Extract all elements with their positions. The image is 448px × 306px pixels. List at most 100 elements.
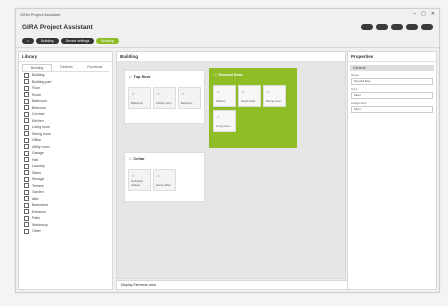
building-panel: Building ⌂ Top floor ⌂ Bathroom ⌂ Child'… <box>116 51 346 279</box>
tab-functions[interactable]: Functions <box>81 64 109 71</box>
floor-cellar[interactable]: ⌂ Cellar ⌂ Technical cabinet ⌂ Home offi… <box>124 152 205 202</box>
library-item-label: Dining room <box>32 131 51 136</box>
room-icon <box>24 111 29 117</box>
room-icon <box>24 150 29 156</box>
room-icon <box>24 131 29 137</box>
header-button-1[interactable] <box>361 24 373 30</box>
library-item-label: Workshop <box>32 222 48 227</box>
library-item-label: Basement <box>32 203 48 208</box>
home-button[interactable]: ⌂ <box>22 38 35 44</box>
library-title: Library <box>22 54 38 59</box>
room-icon <box>24 85 29 91</box>
library-item-label: Room <box>32 92 42 97</box>
floor-ground[interactable]: ⌂ Ground floor ⌂ Kitchen ⌂ Guest toilet … <box>209 68 297 148</box>
room-label: Living room <box>216 124 231 128</box>
room-icon: ⌂ <box>132 91 135 96</box>
room-icon <box>24 72 29 78</box>
app-title: GIRA Project Assistant <box>22 23 93 31</box>
room-icon <box>24 222 29 228</box>
library-item-label: Bathroom <box>32 99 48 104</box>
floor-title: ⌂ Cellar <box>129 156 145 161</box>
tab-devices[interactable]: Devices <box>52 64 80 71</box>
library-item-label: Garden <box>32 190 44 195</box>
building-header: Building <box>117 52 345 62</box>
maximize-icon[interactable]: ▢ <box>421 11 426 17</box>
library-header: Library <box>19 52 112 62</box>
library-item-label: Stairs <box>32 170 41 175</box>
header-button-2[interactable] <box>376 24 388 30</box>
display-elements-bar[interactable]: Display Elements area <box>116 280 350 290</box>
room-card[interactable]: ⌂ Bathroom <box>128 87 151 109</box>
room-card[interactable]: ⌂ Child's room <box>153 87 176 109</box>
room-card[interactable]: ⌂ Technical cabinet <box>128 169 151 191</box>
header-button-3[interactable] <box>391 24 403 30</box>
app-window: GIRA Project Assistant – ▢ ✕ GIRA Projec… <box>15 8 440 293</box>
room-label: Guest toilet <box>241 99 256 103</box>
room-icon <box>24 118 29 124</box>
floor-icon: ⌂ <box>129 156 132 161</box>
library-tabs: Building Devices Functions <box>22 64 109 72</box>
room-icon <box>24 163 29 169</box>
room-icon: ⌂ <box>217 89 220 94</box>
room-icon: ⌂ <box>157 173 160 178</box>
room-icon <box>24 137 29 143</box>
header-button-4[interactable] <box>406 24 418 30</box>
room-card[interactable]: ⌂ Bedroom <box>178 87 201 109</box>
room-icon: ⌂ <box>242 89 245 94</box>
library-panel: Library Building Devices Functions Build… <box>18 51 113 290</box>
room-label: Dining room <box>266 99 282 103</box>
floor-top[interactable]: ⌂ Top floor ⌂ Bathroom ⌂ Child's room ⌂ … <box>124 70 205 124</box>
library-item-label: Corridor <box>32 112 45 117</box>
toolbar-building[interactable]: Building <box>36 38 59 44</box>
floor-title: ⌂ Top floor <box>129 74 151 79</box>
room-icon <box>24 209 29 215</box>
room-label: Bedroom <box>181 101 193 105</box>
properties-group: General <box>350 65 434 71</box>
floor-title: ⌂ Ground floor <box>214 72 243 77</box>
room-card[interactable]: ⌂ Kitchen <box>213 85 236 107</box>
property-label: Name <box>351 73 360 77</box>
library-item-label: Laundry <box>32 164 45 169</box>
library-item-label: Building part <box>32 79 52 84</box>
window-controls: – ▢ ✕ <box>413 11 435 17</box>
toolbar-building-active[interactable]: Building <box>96 38 119 44</box>
toolbar: ⌂ Building Device settings Building <box>16 35 439 48</box>
title-bar: GIRA Project Assistant – ▢ ✕ <box>16 9 439 19</box>
minimize-icon[interactable]: – <box>413 11 416 17</box>
library-item[interactable]: Other <box>19 228 112 235</box>
library-item-label: Office <box>32 138 42 143</box>
room-icon <box>24 157 29 163</box>
room-card[interactable]: ⌂ Dining room <box>263 85 286 107</box>
room-label: Technical cabinet <box>131 179 143 187</box>
workspace: Library Building Devices Functions Build… <box>16 48 439 292</box>
library-item-label: Hall <box>32 157 39 162</box>
window-title: GIRA Project Assistant <box>20 11 61 17</box>
type-field[interactable]: Floor <box>351 92 433 99</box>
properties-panel: Properties General Name Ground floor Typ… <box>347 51 437 290</box>
room-icon: ⌂ <box>182 91 185 96</box>
room-label: Bathroom <box>131 101 144 105</box>
library-item-label: Storage <box>32 177 45 182</box>
tab-building[interactable]: Building <box>22 64 53 71</box>
room-icon: ⌂ <box>157 91 160 96</box>
room-icon <box>24 98 29 104</box>
room-card[interactable]: ⌂ Living room <box>213 110 236 132</box>
room-icon <box>24 183 29 189</box>
app-header: GIRA Project Assistant <box>16 19 439 35</box>
display-elements-title: Display Elements area <box>121 283 157 287</box>
room-icon <box>24 105 29 111</box>
library-item-label: Bedroom <box>32 105 47 110</box>
name-field[interactable]: Ground floor <box>351 78 433 85</box>
property-label: Assignment <box>351 101 367 105</box>
library-item-label: Other <box>32 229 41 234</box>
close-icon[interactable]: ✕ <box>431 11 435 17</box>
room-label: Home office <box>156 183 171 187</box>
assignment-field[interactable]: Floor <box>351 106 433 113</box>
library-item-label: Garage <box>32 151 44 156</box>
header-button-5[interactable] <box>421 24 433 30</box>
room-card[interactable]: ⌂ Guest toilet <box>238 85 261 107</box>
room-icon: ⌂ <box>267 89 270 94</box>
toolbar-device-settings[interactable]: Device settings <box>60 38 95 44</box>
room-card[interactable]: ⌂ Home office <box>153 169 176 191</box>
room-icon: ⌂ <box>217 114 220 119</box>
